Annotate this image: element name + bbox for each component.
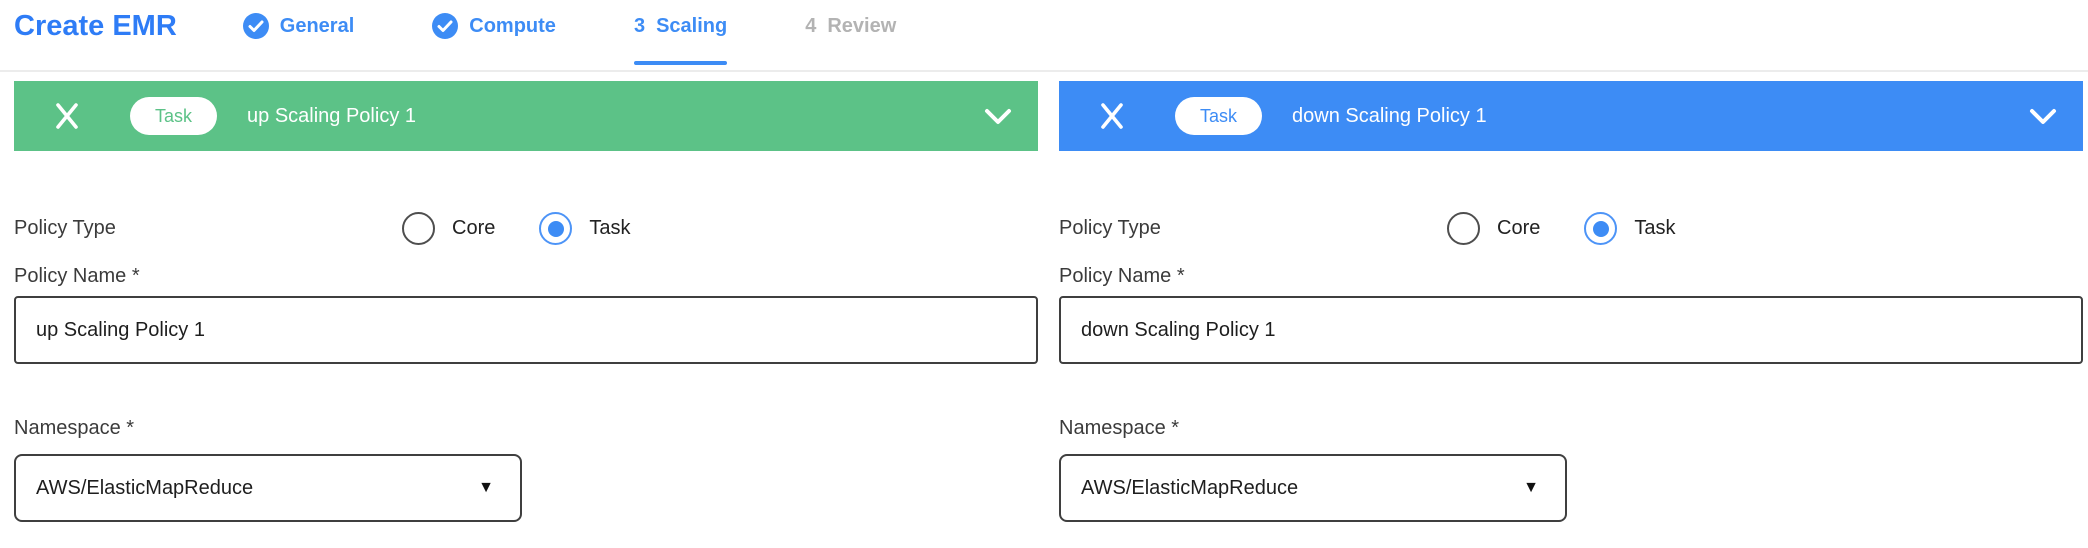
radio-selected-dot <box>1593 221 1609 237</box>
namespace-selected-value: AWS/ElasticMapReduce <box>36 477 253 500</box>
step-scaling[interactable]: 3 Scaling <box>634 6 727 46</box>
policy-name-input[interactable] <box>1059 296 2083 364</box>
down-scaling-policy-panel: Task down Scaling Policy 1 Policy Type C… <box>1059 81 2083 522</box>
dropdown-arrow-icon: ▼ <box>1523 480 1539 496</box>
step-review[interactable]: 4 Review <box>805 6 896 46</box>
policy-type-radio-group: Core Task <box>402 212 674 245</box>
down-policy-header-bar[interactable]: Task down Scaling Policy 1 <box>1059 81 2083 151</box>
radio-option-task[interactable]: Task <box>539 212 630 245</box>
step-number: 3 <box>634 15 645 38</box>
step-number: 4 <box>805 15 816 38</box>
radio-selected-dot <box>548 221 564 237</box>
step-label: Scaling <box>656 15 727 38</box>
check-circle-icon <box>432 13 458 39</box>
radio-core-label: Core <box>452 217 495 240</box>
radio-task-label: Task <box>589 217 630 240</box>
namespace-select[interactable]: AWS/ElasticMapReduce ▼ <box>1059 454 1567 522</box>
policy-header-title: up Scaling Policy 1 <box>247 105 416 128</box>
scaling-policies-area: Task up Scaling Policy 1 Policy Type Cor… <box>14 81 2083 522</box>
up-scaling-policy-panel: Task up Scaling Policy 1 Policy Type Cor… <box>14 81 1038 522</box>
radio-option-core[interactable]: Core <box>1447 212 1540 245</box>
step-compute[interactable]: Compute <box>432 6 556 46</box>
policy-type-row: Policy Type Core Task <box>1059 212 2083 245</box>
namespace-selected-value: AWS/ElasticMapReduce <box>1081 477 1298 500</box>
policy-type-label: Policy Type <box>14 217 402 240</box>
close-icon[interactable] <box>1097 101 1127 131</box>
check-circle-icon <box>243 13 269 39</box>
step-label: Compute <box>469 15 556 38</box>
radio-option-core[interactable]: Core <box>402 212 495 245</box>
policy-name-label: Policy Name * <box>1059 265 2083 288</box>
radio-core[interactable] <box>402 212 435 245</box>
up-policy-header-bar[interactable]: Task up Scaling Policy 1 <box>14 81 1038 151</box>
policy-type-radio-group: Core Task <box>1447 212 1719 245</box>
namespace-label: Namespace * <box>1059 417 2083 440</box>
close-icon[interactable] <box>52 101 82 131</box>
radio-task[interactable] <box>539 212 572 245</box>
policy-type-row: Policy Type Core Task <box>14 212 1038 245</box>
policy-name-label: Policy Name * <box>14 265 1038 288</box>
policy-type-badge: Task <box>130 97 217 135</box>
radio-core-label: Core <box>1497 217 1540 240</box>
dropdown-arrow-icon: ▼ <box>478 480 494 496</box>
step-label: General <box>280 15 354 38</box>
page-title: Create EMR <box>14 6 177 46</box>
policy-type-label: Policy Type <box>1059 217 1447 240</box>
policy-type-badge: Task <box>1175 97 1262 135</box>
namespace-select[interactable]: AWS/ElasticMapReduce ▼ <box>14 454 522 522</box>
chevron-down-icon[interactable] <box>984 108 1012 125</box>
step-label: Review <box>827 15 896 38</box>
policy-header-title: down Scaling Policy 1 <box>1292 105 1487 128</box>
step-general[interactable]: General <box>243 6 354 46</box>
radio-task-label: Task <box>1634 217 1675 240</box>
radio-option-task[interactable]: Task <box>1584 212 1675 245</box>
radio-core[interactable] <box>1447 212 1480 245</box>
wizard-header: Create EMR General Compute 3 Scaling 4 R… <box>0 0 2088 72</box>
policy-name-input[interactable] <box>14 296 1038 364</box>
chevron-down-icon[interactable] <box>2029 108 2057 125</box>
radio-task[interactable] <box>1584 212 1617 245</box>
namespace-label: Namespace * <box>14 417 1038 440</box>
